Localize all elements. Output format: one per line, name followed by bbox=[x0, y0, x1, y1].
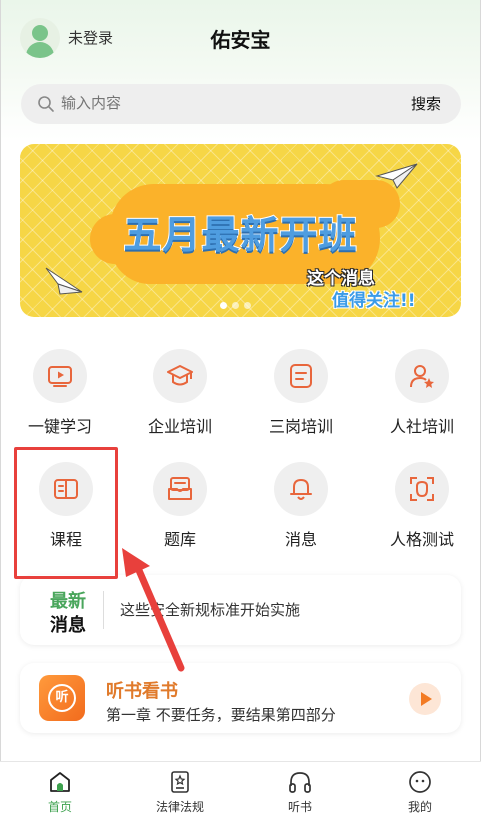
audiobook-card[interactable]: 听 听书看书 第一章 不要任务，要结果第四部分 bbox=[20, 663, 461, 733]
pagination-dot[interactable] bbox=[220, 302, 227, 309]
tab-profile[interactable]: 我的 bbox=[360, 762, 480, 821]
feature-label: 三岗培训 bbox=[268, 417, 333, 436]
tab-home[interactable]: 首页 bbox=[0, 762, 120, 821]
search-button[interactable]: 搜索 bbox=[411, 93, 441, 114]
question-bank-icon bbox=[168, 477, 192, 500]
user-star-icon bbox=[410, 365, 434, 388]
pagination-dot[interactable] bbox=[232, 302, 239, 309]
bottom-tab-bar: 首页 法律法规 听书 我的 bbox=[0, 761, 481, 821]
bell-icon bbox=[290, 479, 312, 500]
face-scan-icon bbox=[410, 477, 434, 501]
feature-label: 人社培训 bbox=[389, 417, 454, 436]
paper-plane-icon bbox=[375, 163, 418, 189]
news-divider bbox=[103, 591, 104, 629]
tab-laws[interactable]: 法律法规 bbox=[120, 762, 240, 821]
feature-icon-circle bbox=[274, 349, 328, 403]
top-header: 未登录 佑安宝 bbox=[0, 0, 481, 78]
feature-messages[interactable]: 消息 bbox=[241, 462, 361, 550]
avatar-body bbox=[26, 42, 54, 58]
feature-label: 企业培训 bbox=[147, 417, 212, 436]
feature-icon-circle bbox=[153, 349, 207, 403]
news-tag-messages: 消息 bbox=[50, 615, 86, 636]
feature-icon-circle bbox=[395, 349, 449, 403]
play-icon bbox=[421, 692, 432, 706]
login-status-label[interactable]: 未登录 bbox=[68, 27, 113, 48]
document-list-icon bbox=[290, 364, 312, 388]
feature-label: 消息 bbox=[284, 530, 317, 549]
avatar[interactable] bbox=[20, 18, 60, 58]
promo-banner[interactable]: 五月最新开班 这个消息 值得关注!! bbox=[20, 144, 461, 317]
tab-label: 首页 bbox=[47, 800, 72, 814]
news-ticker[interactable]: 最新 消息 这些安全新规标准开始实施 bbox=[20, 575, 461, 645]
feature-icon-circle bbox=[153, 462, 207, 516]
feature-social-security-training[interactable]: 人社培训 bbox=[362, 349, 481, 437]
listen-icon-glyph: 听 bbox=[48, 684, 76, 712]
avatar-head bbox=[32, 25, 48, 41]
app-screen: 未登录 佑安宝 搜索 五月最新开班 这个消息 值得关注!! bbox=[0, 0, 481, 821]
headphones-icon bbox=[289, 772, 311, 793]
tab-audiobooks[interactable]: 听书 bbox=[240, 762, 360, 821]
tab-label: 听书 bbox=[287, 800, 312, 814]
feature-personality-test[interactable]: 人格测试 bbox=[362, 462, 481, 550]
listen-book-icon: 听 bbox=[39, 675, 85, 721]
banner-headline: 五月最新开班 bbox=[122, 212, 358, 258]
feature-label: 人格测试 bbox=[389, 530, 454, 549]
feature-question-bank[interactable]: 题库 bbox=[120, 462, 240, 550]
feature-label: 题库 bbox=[163, 530, 196, 549]
feature-icon-circle bbox=[274, 462, 328, 516]
search-bar: 搜索 bbox=[21, 84, 461, 124]
feature-one-click-study[interactable]: 一键学习 bbox=[0, 349, 120, 437]
banner-pagination bbox=[220, 294, 256, 309]
search-icon bbox=[38, 96, 54, 112]
feature-label: 一键学习 bbox=[27, 417, 92, 436]
home-icon bbox=[50, 772, 70, 792]
profile-face-icon bbox=[409, 771, 431, 793]
highlight-box bbox=[14, 447, 118, 579]
news-tag-latest: 最新 bbox=[50, 591, 86, 612]
pagination-dot[interactable] bbox=[244, 302, 251, 309]
search-input[interactable] bbox=[61, 94, 381, 112]
paper-plane-icon bbox=[45, 267, 83, 295]
feature-icon-circle bbox=[395, 462, 449, 516]
audiobook-title: 听书看书 bbox=[106, 681, 178, 702]
audiobook-chapter: 第一章 不要任务，要结果第四部分 bbox=[106, 706, 336, 724]
law-book-icon bbox=[171, 771, 189, 793]
play-video-icon bbox=[48, 366, 72, 387]
graduation-cap-icon bbox=[167, 365, 193, 386]
banner-subline-2: 值得关注!! bbox=[332, 291, 416, 311]
tab-label: 法律法规 bbox=[155, 800, 204, 814]
tab-label: 我的 bbox=[407, 800, 432, 814]
feature-enterprise-training[interactable]: 企业培训 bbox=[120, 349, 240, 437]
play-button[interactable] bbox=[409, 683, 441, 715]
feature-icon-circle bbox=[33, 349, 87, 403]
feature-three-post-training[interactable]: 三岗培训 bbox=[241, 349, 361, 437]
news-headline[interactable]: 这些安全新规标准开始实施 bbox=[120, 599, 300, 620]
